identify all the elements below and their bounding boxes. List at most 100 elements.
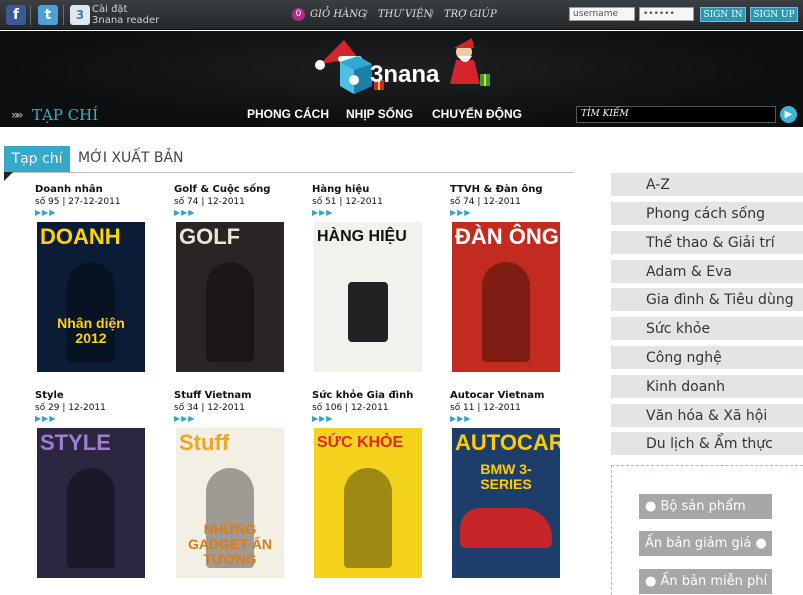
- cover-figure: [460, 508, 552, 548]
- cover-figure: [67, 262, 115, 362]
- password-input[interactable]: ••••••: [639, 7, 694, 21]
- divider: [30, 5, 31, 25]
- help-link[interactable]: TRỢ GIÚP: [444, 9, 497, 20]
- magazine-title[interactable]: Doanh nhân: [35, 184, 167, 196]
- discount-edition-button[interactable]: Ấn bản giảm giá ●: [639, 531, 772, 556]
- category-phong-cach-song[interactable]: Phong cách sống: [611, 202, 803, 226]
- arrows-icon: ▶▶▶: [35, 208, 57, 217]
- magazine-title[interactable]: Stuff Vietnam: [174, 390, 306, 402]
- install-line1: Cài đặt: [92, 4, 128, 15]
- tab-moi-xuat-ban[interactable]: MỚI XUẤT BẢN: [78, 150, 184, 166]
- category-a-z[interactable]: A-Z: [611, 173, 803, 197]
- nav-phong-cach[interactable]: PHONG CÁCH: [247, 107, 329, 121]
- cover-figure: [67, 468, 115, 568]
- magazine-cover[interactable]: STYLE: [37, 428, 145, 578]
- magazine-issue: số 106 | 12-2011: [312, 403, 389, 413]
- cover-masthead: ĐÀN ÔNG: [455, 224, 559, 249]
- category-suc-khoe[interactable]: Sức khỏe: [611, 317, 803, 341]
- magazine-item[interactable]: Stuff Vietnam số 34 | 12-2011 ▶▶▶ Stuff N…: [174, 390, 306, 578]
- arrows-icon: ▶▶▶: [174, 414, 196, 423]
- sign-up-button[interactable]: SIGN UP: [750, 7, 798, 22]
- arrows-icon: ▶▶▶: [35, 414, 57, 423]
- cover-masthead: GOLF: [179, 224, 241, 249]
- magazine-item[interactable]: Hàng hiệu số 51 | 12-2011 ▶▶▶ HÀNG HIỆU: [312, 184, 444, 372]
- category-van-hoa-xa-hoi[interactable]: Văn hóa & Xã hội: [611, 404, 803, 428]
- reader-app-icon[interactable]: 3: [70, 5, 90, 25]
- search-go-icon[interactable]: ▶: [780, 106, 797, 123]
- cover-masthead: HÀNG HIỆU: [317, 228, 407, 245]
- magazine-title[interactable]: Sức khỏe Gia đình: [312, 390, 444, 402]
- magazine-cover[interactable]: HÀNG HIỆU: [314, 222, 422, 372]
- separator: /: [430, 8, 434, 21]
- arrows-icon: ▶▶▶: [450, 414, 472, 423]
- facebook-icon[interactable]: f: [6, 5, 26, 25]
- magazine-issue: số 95 | 27-12-2011: [35, 197, 121, 207]
- magazine-item[interactable]: Doanh nhân số 95 | 27-12-2011 ▶▶▶ DOANH N…: [35, 184, 167, 372]
- magazine-item[interactable]: Autocar Vietnam số 11 | 12-2011 ▶▶▶ AUTO…: [450, 390, 582, 578]
- magazine-cover[interactable]: DOANH Nhân diện 2012: [37, 222, 145, 372]
- install-reader-link[interactable]: Cài đặt 3nana reader: [92, 4, 159, 26]
- category-kinh-doanh[interactable]: Kinh doanh: [611, 375, 803, 399]
- discount-label: Ấn bản giảm giá: [645, 536, 752, 551]
- page: f t 3 Cài đặt 3nana reader 0 GIỎ HÀNG / …: [0, 0, 803, 595]
- free-label: Ấn bản miễn phí: [660, 574, 768, 589]
- magazine-title[interactable]: TTVH & Đàn ông: [450, 184, 582, 196]
- cover-figure: [348, 282, 388, 342]
- section-title[interactable]: TẠP CHÍ: [32, 106, 98, 124]
- bundle-label: Bộ sản phẩm: [660, 499, 746, 514]
- divider: [63, 5, 64, 25]
- category-du-lich-am-thuc[interactable]: Du lịch & Ẩm thực: [611, 432, 803, 456]
- tab-tap-chi[interactable]: Tạp chí: [4, 146, 70, 172]
- free-edition-button[interactable]: ● Ấn bản miễn phí: [639, 569, 772, 594]
- separator: /: [364, 8, 368, 21]
- category-cong-nghe[interactable]: Công nghệ: [611, 346, 803, 370]
- nav-nhip-song[interactable]: NHỊP SỐNG: [346, 107, 413, 121]
- section-arrows-icon: »»: [11, 108, 23, 122]
- magazine-issue: số 11 | 12-2011: [450, 403, 521, 413]
- magazine-cover[interactable]: ĐÀN ÔNG: [452, 222, 560, 372]
- magazine-issue: số 34 | 12-2011: [174, 403, 245, 413]
- magazine-cover[interactable]: AUTOCAR BMW 3-SERIES: [452, 428, 560, 578]
- magazine-cover[interactable]: GOLF: [176, 222, 284, 372]
- cart-count-badge: 0: [292, 8, 305, 21]
- magazine-cover[interactable]: SỨC KHỎE: [314, 428, 422, 578]
- cover-masthead: Stuff: [179, 430, 230, 455]
- magazine-issue: số 51 | 12-2011: [312, 197, 383, 207]
- magazine-item[interactable]: TTVH & Đàn ông số 74 | 12-2011 ▶▶▶ ĐÀN Ô…: [450, 184, 582, 372]
- magazine-title[interactable]: Style: [35, 390, 167, 402]
- sign-in-button[interactable]: SIGN IN: [700, 7, 746, 22]
- magazine-cover[interactable]: Stuff NHỮNG GADGET ẤN TƯỢNG: [176, 428, 284, 578]
- cover-masthead: STYLE: [40, 430, 111, 455]
- twitter-icon[interactable]: t: [38, 5, 58, 25]
- magazine-item[interactable]: Golf & Cuộc sống số 74 | 12-2011 ▶▶▶ GOL…: [174, 184, 306, 372]
- site-header: 3nana »» TẠP CHÍ PHONG CÁCH NHỊP SỐNG CH…: [0, 31, 803, 127]
- bundle-button[interactable]: ● Bộ sản phẩm: [639, 494, 772, 519]
- nav-chuyen-dong[interactable]: CHUYỂN ĐỘNG: [432, 107, 522, 121]
- arrows-icon: ▶▶▶: [312, 208, 334, 217]
- arrows-icon: ▶▶▶: [174, 208, 196, 217]
- install-line2: 3nana reader: [92, 15, 160, 26]
- magazine-title[interactable]: Hàng hiệu: [312, 184, 444, 196]
- magazine-issue: số 74 | 12-2011: [174, 197, 245, 207]
- cart-link[interactable]: GIỎ HÀNG: [310, 9, 366, 20]
- cover-headline: NHỮNG GADGET ẤN TƯỢNG: [188, 521, 272, 567]
- top-bar: f t 3 Cài đặt 3nana reader 0 GIỎ HÀNG / …: [0, 0, 803, 30]
- cover-figure: [482, 262, 530, 362]
- logo-text: 3nana: [370, 61, 440, 88]
- search-input[interactable]: TÌM KIẾM: [576, 106, 776, 123]
- arrows-icon: ▶▶▶: [450, 208, 472, 217]
- cover-figure: [344, 468, 392, 568]
- corner-decoration: [4, 172, 13, 181]
- username-input[interactable]: username: [569, 7, 635, 21]
- cover-masthead: SỨC KHỎE: [317, 434, 404, 451]
- category-adam-eva[interactable]: Adam & Eva: [611, 260, 803, 284]
- magazine-item[interactable]: Style số 29 | 12-2011 ▶▶▶ STYLE: [35, 390, 167, 578]
- magazine-item[interactable]: Sức khỏe Gia đình số 106 | 12-2011 ▶▶▶ S…: [312, 390, 444, 578]
- library-link[interactable]: THƯ VIỆN: [378, 9, 432, 20]
- cover-masthead: AUTOCAR: [455, 430, 560, 455]
- cover-figure: [206, 262, 254, 362]
- category-the-thao-giai-tri[interactable]: Thể thao & Giải trí: [611, 231, 803, 255]
- category-gia-dinh-tieu-dung[interactable]: Gia đình & Tiêu dùng: [611, 288, 803, 312]
- magazine-title[interactable]: Golf & Cuộc sống: [174, 184, 306, 196]
- magazine-title[interactable]: Autocar Vietnam: [450, 390, 582, 402]
